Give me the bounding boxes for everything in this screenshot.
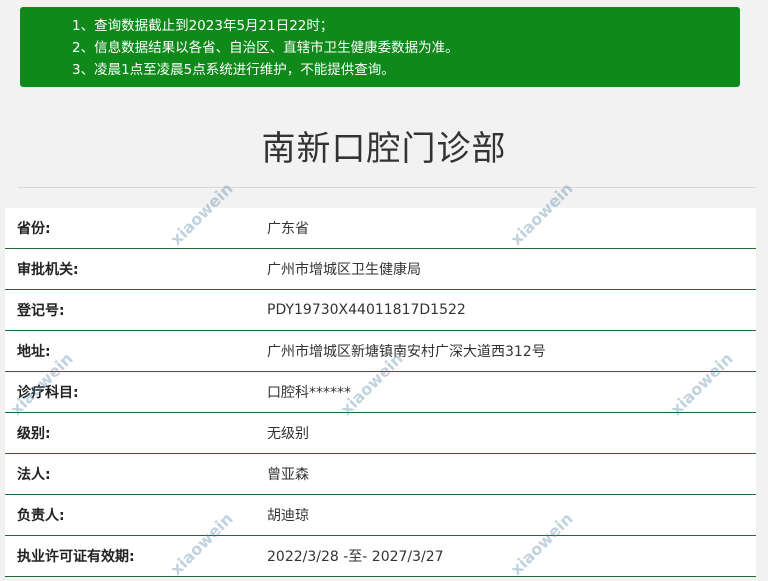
row-value: 口腔科******	[267, 385, 351, 401]
row-license-validity: 执业许可证有效期: 2022/3/28 -至- 2027/3/27	[5, 536, 756, 577]
notice-banner: 1、查询数据截止到2023年5月21日22时； 2、信息数据结果以各省、自治区、…	[20, 7, 740, 87]
title-divider	[18, 187, 756, 188]
row-value: 曾亚森	[267, 467, 309, 483]
page-title: 南新口腔门诊部	[261, 129, 507, 169]
row-value: 广东省	[267, 221, 309, 237]
row-label: 省份:	[17, 221, 51, 237]
row-value: 广州市增城区卫生健康局	[267, 262, 421, 278]
row-address: 地址: 广州市增城区新塘镇南安村广深大道西312号	[5, 331, 756, 372]
row-value: 无级别	[267, 426, 309, 442]
row-label: 法人:	[17, 467, 51, 483]
info-table: 省份: 广东省 审批机关: 广州市增城区卫生健康局 登记号: PDY19730X…	[5, 208, 756, 577]
row-province: 省份: 广东省	[5, 208, 756, 249]
row-label: 级别:	[17, 426, 51, 442]
row-person-in-charge: 负责人: 胡迪琼	[5, 495, 756, 536]
notice-line-2: 2、信息数据结果以各省、自治区、直辖市卫生健康委数据为准。	[72, 40, 459, 56]
row-registration-number: 登记号: PDY19730X44011817D1522	[5, 290, 756, 331]
row-value: PDY19730X44011817D1522	[267, 302, 466, 318]
row-label: 审批机关:	[17, 262, 79, 278]
notice-line-1: 1、查询数据截止到2023年5月21日22时；	[72, 18, 334, 34]
row-value: 广州市增城区新塘镇南安村广深大道西312号	[267, 344, 546, 360]
row-legal-person: 法人: 曾亚森	[5, 454, 756, 495]
row-label: 执业许可证有效期:	[17, 549, 135, 565]
row-value: 胡迪琼	[267, 508, 309, 524]
row-approval-authority: 审批机关: 广州市增城区卫生健康局	[5, 249, 756, 290]
row-label: 登记号:	[17, 303, 65, 319]
row-value: 2022/3/28 -至- 2027/3/27	[267, 549, 444, 565]
notice-line-3: 3、凌晨1点至凌晨5点系统进行维护，不能提供查询。	[72, 62, 395, 78]
row-label: 诊疗科目:	[17, 385, 79, 401]
row-label: 负责人:	[17, 508, 65, 524]
row-label: 地址:	[17, 344, 51, 360]
row-level: 级别: 无级别	[5, 413, 756, 454]
row-departments: 诊疗科目: 口腔科******	[5, 372, 756, 413]
